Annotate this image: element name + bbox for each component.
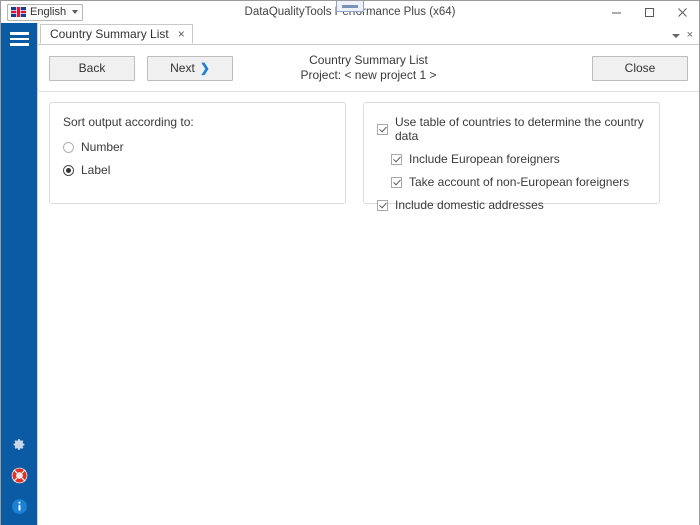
page-content: Back Next ❯ Country Summary List Project…: [38, 45, 699, 525]
checkbox-include-european-foreigners-label: Include European foreigners: [409, 152, 560, 166]
close-button[interactable]: [666, 1, 699, 23]
checkbox-include-european-foreigners-box[interactable]: [391, 154, 402, 165]
checkbox-use-country-table[interactable]: Use table of countries to determine the …: [377, 115, 646, 143]
content-area: Country Summary List × × Back Next: [37, 23, 699, 525]
next-button[interactable]: Next ❯: [147, 56, 233, 81]
sort-output-panel: Sort output according to: Number Label: [49, 102, 346, 204]
close-page-button-label: Close: [625, 61, 656, 75]
chevron-down-icon: [72, 10, 78, 14]
language-selector[interactable]: English: [7, 4, 83, 21]
hamburger-menu-icon[interactable]: [8, 29, 30, 49]
close-page-button[interactable]: Close: [592, 56, 688, 81]
country-options-panel: Use table of countries to determine the …: [363, 102, 660, 204]
hamburger-bar: [10, 38, 29, 41]
maximize-button[interactable]: [633, 1, 666, 23]
checkbox-use-country-table-box[interactable]: [377, 124, 388, 135]
radio-number-indicator[interactable]: [63, 142, 74, 153]
next-button-label: Next: [170, 61, 195, 75]
hamburger-bar: [10, 43, 29, 46]
minimize-button[interactable]: [600, 1, 633, 23]
checkbox-include-domestic-addresses[interactable]: Include domestic addresses: [377, 198, 646, 212]
gear-icon: [12, 437, 27, 452]
sidebar-item-support[interactable]: [8, 464, 30, 486]
sidebar-item-settings[interactable]: [8, 433, 30, 455]
radio-label-indicator[interactable]: [63, 165, 74, 176]
maximize-icon: [644, 7, 655, 18]
tab-country-summary-list[interactable]: Country Summary List ×: [40, 24, 193, 44]
tab-strip-tools: ×: [672, 30, 699, 44]
left-sidebar: [1, 23, 37, 525]
uk-flag-icon: [11, 7, 26, 17]
sidebar-item-about[interactable]: [8, 495, 30, 517]
radio-label-label: Label: [81, 163, 110, 177]
page-header-bar: Back Next ❯ Country Summary List Project…: [38, 45, 699, 92]
checkbox-use-country-table-label: Use table of countries to determine the …: [395, 115, 646, 143]
checkbox-include-domestic-addresses-box[interactable]: [377, 200, 388, 211]
life-ring-icon: [11, 467, 28, 484]
application-window: English DataQualityTools Performance Plu…: [0, 0, 700, 525]
checkbox-non-european-foreigners[interactable]: Take account of non-European foreigners: [391, 175, 646, 189]
minimize-icon: [611, 7, 622, 18]
tab-close-icon[interactable]: ×: [177, 28, 186, 40]
tab-overflow-chevron-down-icon[interactable]: [672, 34, 680, 38]
checkbox-non-european-foreigners-label: Take account of non-European foreigners: [409, 175, 629, 189]
tab-label: Country Summary List: [50, 27, 169, 41]
tab-strip-filler: [193, 24, 672, 45]
radio-option-label[interactable]: Label: [63, 163, 332, 177]
radio-number-label: Number: [81, 140, 124, 154]
sort-output-title: Sort output according to:: [63, 115, 332, 129]
close-button-wrap: Close: [592, 56, 688, 81]
checkbox-non-european-foreigners-box[interactable]: [391, 177, 402, 188]
options-panels: Sort output according to: Number Label: [38, 92, 699, 204]
chevron-right-icon: ❯: [200, 62, 210, 74]
tab-strip: Country Summary List × ×: [38, 23, 699, 45]
window-controls: [600, 1, 699, 23]
checkbox-include-european-foreigners[interactable]: Include European foreigners: [391, 152, 646, 166]
close-icon: [677, 7, 688, 18]
back-button-label: Back: [79, 61, 106, 75]
title-bar: English DataQualityTools Performance Plu…: [1, 1, 699, 23]
back-button[interactable]: Back: [49, 56, 135, 81]
hamburger-bar: [10, 32, 29, 35]
language-label: English: [30, 5, 66, 20]
checkbox-include-domestic-addresses-label: Include domestic addresses: [395, 198, 544, 212]
window-body: Country Summary List × × Back Next: [1, 23, 699, 525]
radio-option-number[interactable]: Number: [63, 140, 332, 154]
info-icon: [11, 498, 28, 515]
window-drag-grip[interactable]: [336, 1, 364, 12]
tab-strip-close-icon[interactable]: ×: [687, 30, 693, 41]
